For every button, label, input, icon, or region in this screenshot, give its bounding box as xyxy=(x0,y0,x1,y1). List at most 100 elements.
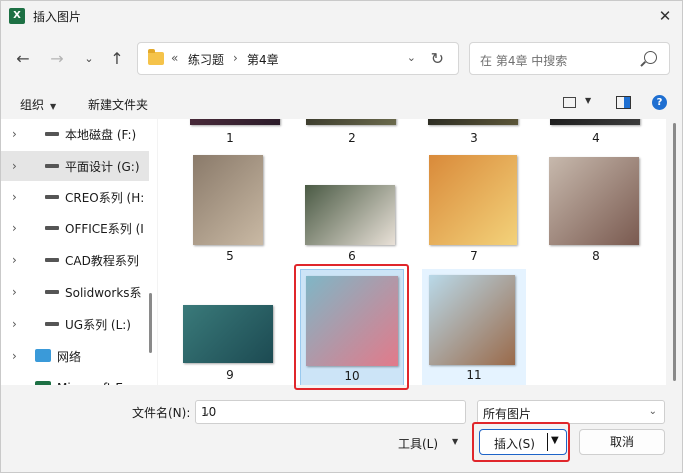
arrow-right-icon: → xyxy=(50,48,64,68)
breadcrumb-item[interactable]: 练习题 xyxy=(188,51,224,68)
sidebar-item[interactable]: › 本地磁盘 (F:) xyxy=(1,119,149,149)
search-icon xyxy=(644,51,657,64)
navigation-pane: › 本地磁盘 (F:) › 平面设计 (G:) › CREO系列 (H: › OFFICE系列… xyxy=(1,119,157,385)
preview-pane-icon[interactable] xyxy=(616,96,631,109)
sidebar-item-label: CREO系列 (H: xyxy=(65,190,145,205)
file-tile[interactable]: 9 xyxy=(178,269,282,385)
file-list-scrollbar-thumb[interactable] xyxy=(673,123,676,381)
close-icon: ✕ xyxy=(658,7,672,25)
sidebar-item[interactable]: › CAD教程系列 xyxy=(1,245,149,275)
sidebar-item[interactable]: › Solidworks系 xyxy=(1,277,149,307)
insert-options-caret-icon[interactable]: ▼ xyxy=(551,435,559,446)
sidebar-item[interactable]: › UG系列 (L:) xyxy=(1,309,149,339)
filetype-select[interactable]: 所有图片 ⌄ xyxy=(477,400,665,424)
sidebar-item-label: UG系列 (L:) xyxy=(65,317,131,332)
close-button[interactable]: ✕ xyxy=(650,3,680,29)
view-mode-icon[interactable] xyxy=(563,97,576,108)
search-box[interactable]: 在 第4章 中搜索 xyxy=(469,42,670,75)
sidebar-item-label: 网络 xyxy=(57,349,82,364)
network-icon xyxy=(35,349,51,362)
new-folder-button[interactable]: 新建文件夹 xyxy=(88,96,148,113)
file-tile[interactable]: 4 xyxy=(544,119,648,147)
drive-icon xyxy=(45,132,59,136)
sidebar-item-label: CAD教程系列 xyxy=(65,253,139,268)
recent-locations-button[interactable]: ⌄ xyxy=(78,47,100,69)
drive-icon xyxy=(45,258,59,262)
file-name-label: 7 xyxy=(470,249,478,263)
sidebar-item[interactable]: › CREO系列 (H: xyxy=(1,182,149,212)
back-button[interactable]: ← xyxy=(12,47,34,69)
file-tile[interactable]: 6 xyxy=(300,149,404,269)
drive-icon xyxy=(45,164,59,168)
file-tile[interactable]: 7 xyxy=(422,149,526,269)
address-history-chevron-icon[interactable]: ⌄ xyxy=(407,51,416,64)
expand-chevron-icon[interactable]: › xyxy=(12,190,17,204)
sidebar-scrollbar[interactable] xyxy=(149,293,152,353)
forward-button[interactable]: → xyxy=(46,47,68,69)
file-name-label: 9 xyxy=(226,368,234,382)
filename-history-chevron-icon[interactable]: ⌄ xyxy=(201,405,459,419)
view-options-caret-icon[interactable]: ▼ xyxy=(585,96,591,105)
excel-icon xyxy=(35,381,51,385)
refresh-icon[interactable]: ↻ xyxy=(431,49,444,68)
organize-menu[interactable]: 组织 ▼ xyxy=(20,96,56,113)
file-tile[interactable]: 5 xyxy=(178,149,282,269)
sidebar-item-label: OFFICE系列 (I xyxy=(65,221,144,236)
file-name-label: 10 xyxy=(344,369,360,383)
help-icon[interactable]: ? xyxy=(652,95,667,110)
file-tile[interactable]: 2 xyxy=(300,119,404,147)
image-thumbnail xyxy=(428,119,518,125)
chevron-down-icon: ⌄ xyxy=(648,406,657,417)
image-thumbnail xyxy=(183,305,273,363)
file-name-label: 4 xyxy=(592,131,600,145)
image-thumbnail xyxy=(305,185,395,245)
address-bar[interactable]: « 练习题 › 第4章 ⌄ ↻ xyxy=(137,42,459,75)
file-name-label: 6 xyxy=(348,249,356,263)
sidebar-item-label: 本地磁盘 (F:) xyxy=(65,127,137,142)
drive-icon xyxy=(45,290,59,294)
dialog-title: 插入图片 xyxy=(33,10,82,24)
tools-caret-icon[interactable]: ▼ xyxy=(452,437,458,446)
sidebar-item[interactable]: › 网络 xyxy=(1,341,149,371)
expand-chevron-icon[interactable]: › xyxy=(12,381,17,385)
file-tile[interactable]: 8 xyxy=(544,149,648,269)
up-button[interactable]: ↑ xyxy=(106,47,128,69)
image-thumbnail xyxy=(193,155,263,245)
image-thumbnail xyxy=(549,157,639,245)
file-name-label: 8 xyxy=(592,249,600,263)
expand-chevron-icon[interactable]: › xyxy=(12,253,17,267)
sidebar-item[interactable]: › 平面设计 (G:) xyxy=(1,151,149,181)
file-name-label: 5 xyxy=(226,249,234,263)
filename-field[interactable]: 10 ⌄ xyxy=(195,400,466,424)
expand-chevron-icon[interactable]: › xyxy=(12,285,17,299)
sidebar-item-label: 平面设计 (G:) xyxy=(65,159,140,174)
folder-icon xyxy=(148,49,164,65)
file-name-label: 1 xyxy=(226,131,234,145)
breadcrumb-overflow[interactable]: « xyxy=(171,51,178,65)
tools-menu[interactable]: 工具(L) xyxy=(398,435,438,452)
image-thumbnail xyxy=(429,155,517,245)
sidebar-item-label: Solidworks系 xyxy=(65,285,142,300)
expand-chevron-icon[interactable]: › xyxy=(12,159,17,173)
sidebar-item[interactable]: › Microsoft Exc xyxy=(1,373,149,385)
breadcrumb-item[interactable]: 第4章 xyxy=(247,51,279,68)
expand-chevron-icon[interactable]: › xyxy=(12,221,17,235)
file-tile[interactable]: 3 xyxy=(422,119,526,147)
sidebar-item[interactable]: › OFFICE系列 (I xyxy=(1,213,149,243)
insert-button[interactable]: 插入(S) ▼ xyxy=(479,429,567,455)
title-bar: X 插入图片 ✕ xyxy=(1,1,683,31)
image-thumbnail xyxy=(550,119,640,125)
file-tile[interactable]: 11 xyxy=(422,269,526,385)
file-tile[interactable]: 10 xyxy=(300,269,404,385)
arrow-up-icon: ↑ xyxy=(110,48,124,68)
file-name-label: 11 xyxy=(466,368,482,382)
image-thumbnail xyxy=(190,119,280,125)
cancel-button[interactable]: 取消 xyxy=(579,429,665,455)
expand-chevron-icon[interactable]: › xyxy=(12,349,17,363)
drive-icon xyxy=(45,195,59,199)
expand-chevron-icon[interactable]: › xyxy=(12,317,17,331)
file-tile[interactable]: 1 xyxy=(178,119,282,147)
expand-chevron-icon[interactable]: › xyxy=(12,127,17,141)
caret-down-icon: ▼ xyxy=(50,102,57,111)
search-input[interactable]: 在 第4章 中搜索 xyxy=(480,52,567,69)
